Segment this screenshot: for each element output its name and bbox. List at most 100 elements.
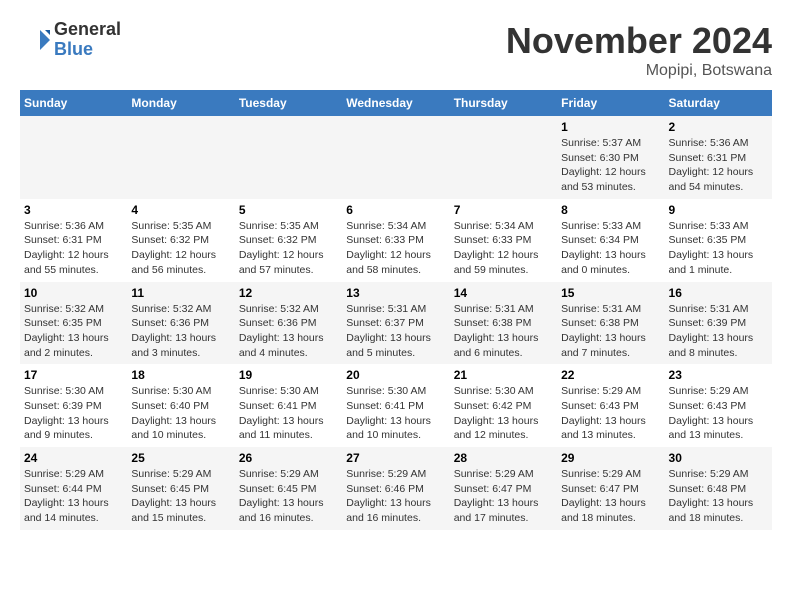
day-number: 16 bbox=[669, 286, 768, 300]
weekday-header-wednesday: Wednesday bbox=[342, 90, 449, 116]
weekday-header-monday: Monday bbox=[127, 90, 234, 116]
day-info: Sunrise: 5:29 AMSunset: 6:47 PMDaylight:… bbox=[454, 467, 553, 526]
day-info: Sunrise: 5:29 AMSunset: 6:43 PMDaylight:… bbox=[669, 384, 768, 443]
calendar-cell bbox=[450, 116, 557, 199]
calendar-cell: 2 Sunrise: 5:36 AMSunset: 6:31 PMDaylight… bbox=[665, 116, 772, 199]
day-number: 8 bbox=[561, 203, 660, 217]
day-info: Sunrise: 5:31 AMSunset: 6:37 PMDaylight:… bbox=[346, 302, 445, 361]
day-number: 15 bbox=[561, 286, 660, 300]
calendar-cell bbox=[127, 116, 234, 199]
day-info: Sunrise: 5:30 AMSunset: 6:41 PMDaylight:… bbox=[346, 384, 445, 443]
calendar-cell: 8 Sunrise: 5:33 AMSunset: 6:34 PMDaylight… bbox=[557, 199, 664, 282]
day-number: 13 bbox=[346, 286, 445, 300]
day-number: 26 bbox=[239, 451, 338, 465]
calendar-cell: 9 Sunrise: 5:33 AMSunset: 6:35 PMDaylight… bbox=[665, 199, 772, 282]
day-info: Sunrise: 5:31 AMSunset: 6:39 PMDaylight:… bbox=[669, 302, 768, 361]
day-info: Sunrise: 5:30 AMSunset: 6:41 PMDaylight:… bbox=[239, 384, 338, 443]
logo: General Blue bbox=[20, 20, 121, 60]
day-number: 19 bbox=[239, 368, 338, 382]
day-info: Sunrise: 5:32 AMSunset: 6:36 PMDaylight:… bbox=[239, 302, 338, 361]
day-info: Sunrise: 5:29 AMSunset: 6:48 PMDaylight:… bbox=[669, 467, 768, 526]
day-number: 9 bbox=[669, 203, 768, 217]
day-info: Sunrise: 5:37 AMSunset: 6:30 PMDaylight:… bbox=[561, 136, 660, 195]
day-number: 2 bbox=[669, 120, 768, 134]
calendar-table: SundayMondayTuesdayWednesdayThursdayFrid… bbox=[20, 90, 772, 530]
day-info: Sunrise: 5:32 AMSunset: 6:36 PMDaylight:… bbox=[131, 302, 230, 361]
logo-blue: Blue bbox=[54, 40, 121, 60]
calendar-cell: 24 Sunrise: 5:29 AMSunset: 6:44 PMDayligh… bbox=[20, 447, 127, 530]
day-number: 12 bbox=[239, 286, 338, 300]
calendar-cell: 25 Sunrise: 5:29 AMSunset: 6:45 PMDayligh… bbox=[127, 447, 234, 530]
calendar-cell: 26 Sunrise: 5:29 AMSunset: 6:45 PMDayligh… bbox=[235, 447, 342, 530]
month-title: November 2024 bbox=[506, 20, 772, 62]
calendar-cell: 15 Sunrise: 5:31 AMSunset: 6:38 PMDayligh… bbox=[557, 282, 664, 365]
calendar-cell: 16 Sunrise: 5:31 AMSunset: 6:39 PMDayligh… bbox=[665, 282, 772, 365]
calendar-cell: 12 Sunrise: 5:32 AMSunset: 6:36 PMDayligh… bbox=[235, 282, 342, 365]
day-number: 6 bbox=[346, 203, 445, 217]
day-number: 11 bbox=[131, 286, 230, 300]
day-number: 25 bbox=[131, 451, 230, 465]
calendar-cell: 11 Sunrise: 5:32 AMSunset: 6:36 PMDayligh… bbox=[127, 282, 234, 365]
day-number: 28 bbox=[454, 451, 553, 465]
day-info: Sunrise: 5:31 AMSunset: 6:38 PMDaylight:… bbox=[561, 302, 660, 361]
day-info: Sunrise: 5:30 AMSunset: 6:39 PMDaylight:… bbox=[24, 384, 123, 443]
calendar-cell: 1Sunrise: 5:37 AMSunset: 6:30 PMDaylight… bbox=[557, 116, 664, 199]
day-info: Sunrise: 5:29 AMSunset: 6:44 PMDaylight:… bbox=[24, 467, 123, 526]
calendar-cell: 30 Sunrise: 5:29 AMSunset: 6:48 PMDayligh… bbox=[665, 447, 772, 530]
calendar-cell: 21Sunrise: 5:30 AMSunset: 6:42 PMDayligh… bbox=[450, 364, 557, 447]
calendar-cell: 6 Sunrise: 5:34 AMSunset: 6:33 PMDaylight… bbox=[342, 199, 449, 282]
day-info: Sunrise: 5:31 AMSunset: 6:38 PMDaylight:… bbox=[454, 302, 553, 361]
calendar-cell: 4 Sunrise: 5:35 AMSunset: 6:32 PMDaylight… bbox=[127, 199, 234, 282]
calendar-cell: 28 Sunrise: 5:29 AMSunset: 6:47 PMDayligh… bbox=[450, 447, 557, 530]
calendar-cell: 22Sunrise: 5:29 AMSunset: 6:43 PMDayligh… bbox=[557, 364, 664, 447]
day-number: 10 bbox=[24, 286, 123, 300]
day-info: Sunrise: 5:33 AMSunset: 6:34 PMDaylight:… bbox=[561, 219, 660, 278]
day-info: Sunrise: 5:36 AMSunset: 6:31 PMDaylight:… bbox=[669, 136, 768, 195]
day-info: Sunrise: 5:33 AMSunset: 6:35 PMDaylight:… bbox=[669, 219, 768, 278]
logo-general: General bbox=[54, 20, 121, 40]
week-row-1: 1Sunrise: 5:37 AMSunset: 6:30 PMDaylight… bbox=[20, 116, 772, 199]
day-number: 3 bbox=[24, 203, 123, 217]
day-info: Sunrise: 5:30 AMSunset: 6:40 PMDaylight:… bbox=[131, 384, 230, 443]
calendar-cell: 17 Sunrise: 5:30 AMSunset: 6:39 PMDayligh… bbox=[20, 364, 127, 447]
week-row-2: 3Sunrise: 5:36 AMSunset: 6:31 PMDaylight… bbox=[20, 199, 772, 282]
day-info: Sunrise: 5:30 AMSunset: 6:42 PMDaylight:… bbox=[454, 384, 553, 443]
day-info: Sunrise: 5:34 AMSunset: 6:33 PMDaylight:… bbox=[454, 219, 553, 278]
day-number: 29 bbox=[561, 451, 660, 465]
day-info: Sunrise: 5:29 AMSunset: 6:45 PMDaylight:… bbox=[239, 467, 338, 526]
day-info: Sunrise: 5:34 AMSunset: 6:33 PMDaylight:… bbox=[346, 219, 445, 278]
logo-icon bbox=[20, 25, 50, 55]
calendar-cell bbox=[342, 116, 449, 199]
day-info: Sunrise: 5:29 AMSunset: 6:45 PMDaylight:… bbox=[131, 467, 230, 526]
day-number: 24 bbox=[24, 451, 123, 465]
day-number: 30 bbox=[669, 451, 768, 465]
week-row-4: 17 Sunrise: 5:30 AMSunset: 6:39 PMDayligh… bbox=[20, 364, 772, 447]
day-info: Sunrise: 5:35 AMSunset: 6:32 PMDaylight:… bbox=[131, 219, 230, 278]
day-info: Sunrise: 5:29 AMSunset: 6:47 PMDaylight:… bbox=[561, 467, 660, 526]
day-number: 4 bbox=[131, 203, 230, 217]
day-number: 14 bbox=[454, 286, 553, 300]
page-header: General Blue November 2024 Mopipi, Botsw… bbox=[20, 20, 772, 80]
weekday-header-tuesday: Tuesday bbox=[235, 90, 342, 116]
day-number: 17 bbox=[24, 368, 123, 382]
day-number: 23 bbox=[669, 368, 768, 382]
day-info: Sunrise: 5:35 AMSunset: 6:32 PMDaylight:… bbox=[239, 219, 338, 278]
day-number: 7 bbox=[454, 203, 553, 217]
calendar-cell bbox=[235, 116, 342, 199]
calendar-cell bbox=[20, 116, 127, 199]
week-row-3: 10Sunrise: 5:32 AMSunset: 6:35 PMDayligh… bbox=[20, 282, 772, 365]
calendar-cell: 13 Sunrise: 5:31 AMSunset: 6:37 PMDayligh… bbox=[342, 282, 449, 365]
calendar-cell: 14 Sunrise: 5:31 AMSunset: 6:38 PMDayligh… bbox=[450, 282, 557, 365]
calendar-cell: 10Sunrise: 5:32 AMSunset: 6:35 PMDayligh… bbox=[20, 282, 127, 365]
calendar-cell: 18Sunrise: 5:30 AMSunset: 6:40 PMDayligh… bbox=[127, 364, 234, 447]
calendar-cell: 20Sunrise: 5:30 AMSunset: 6:41 PMDayligh… bbox=[342, 364, 449, 447]
week-row-5: 24 Sunrise: 5:29 AMSunset: 6:44 PMDayligh… bbox=[20, 447, 772, 530]
calendar-cell: 5 Sunrise: 5:35 AMSunset: 6:32 PMDaylight… bbox=[235, 199, 342, 282]
day-info: Sunrise: 5:29 AMSunset: 6:43 PMDaylight:… bbox=[561, 384, 660, 443]
title-block: November 2024 Mopipi, Botswana bbox=[506, 20, 772, 80]
weekday-header-saturday: Saturday bbox=[665, 90, 772, 116]
location: Mopipi, Botswana bbox=[506, 62, 772, 80]
logo-text: General Blue bbox=[54, 20, 121, 60]
calendar-cell: 23 Sunrise: 5:29 AMSunset: 6:43 PMDayligh… bbox=[665, 364, 772, 447]
day-number: 5 bbox=[239, 203, 338, 217]
